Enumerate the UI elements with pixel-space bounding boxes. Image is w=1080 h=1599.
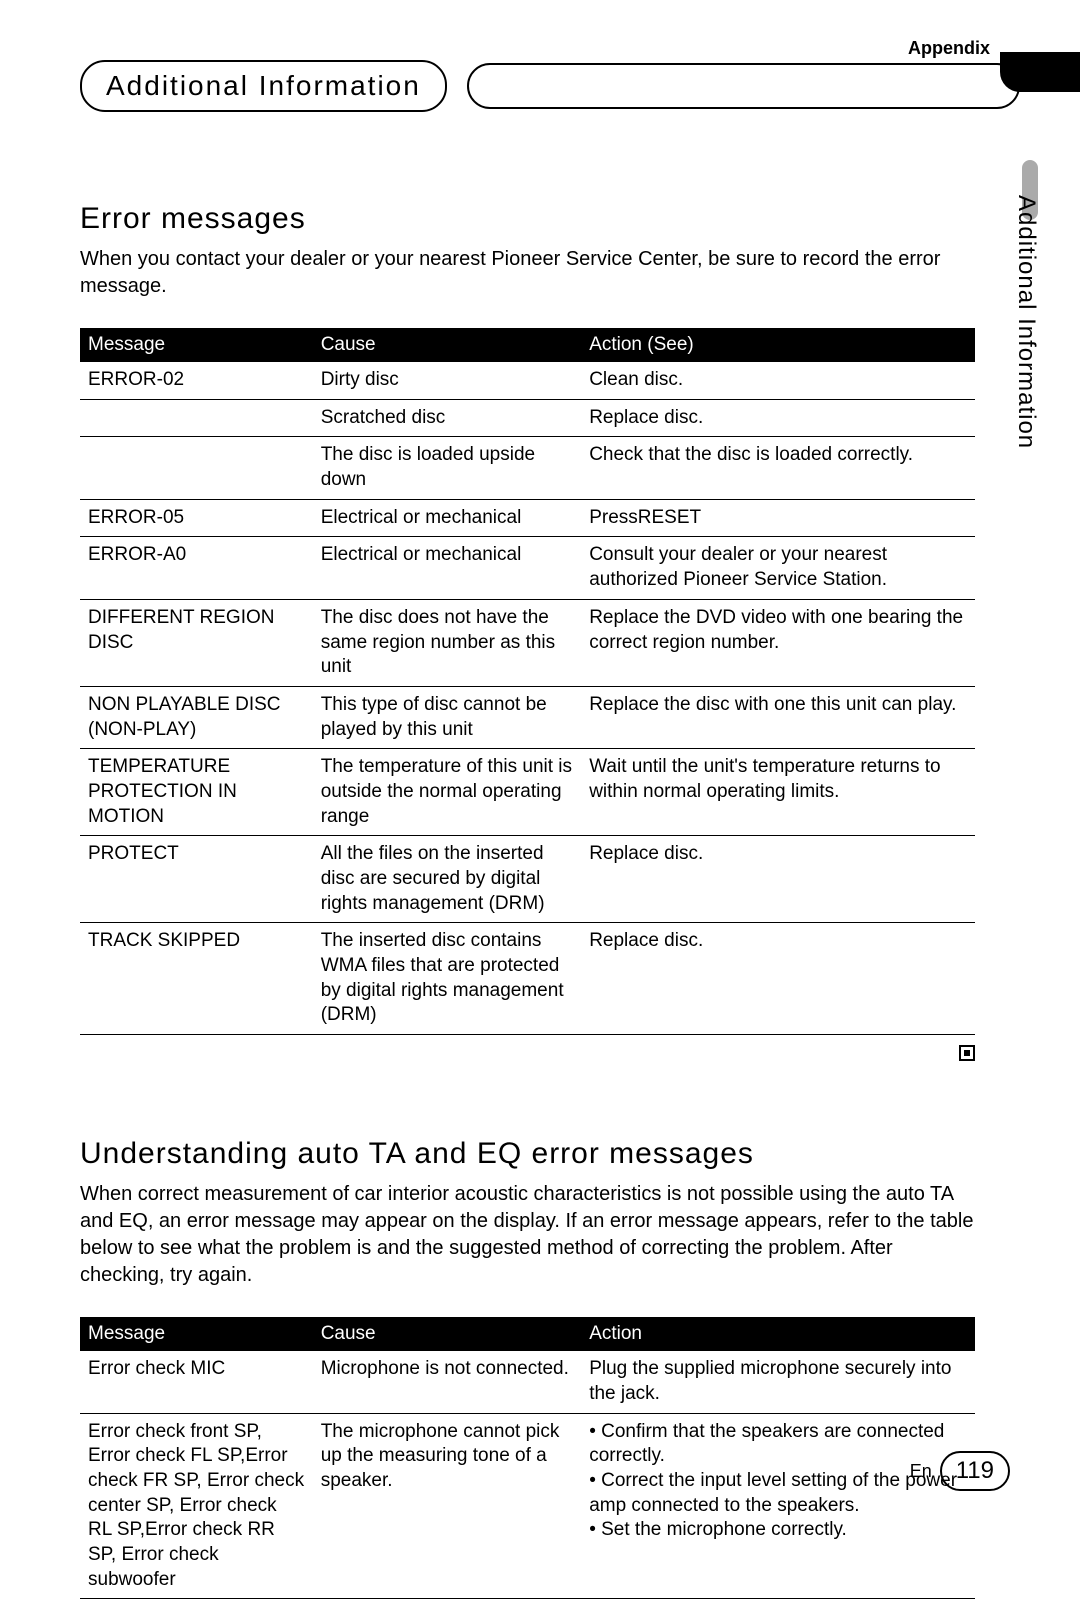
cell-action: Check that the disc is loaded correctly. bbox=[581, 437, 975, 499]
cell-action: Wait until the unit's temperature return… bbox=[581, 749, 975, 836]
table-row: NON PLAYABLE DISC (NON-PLAY)This type of… bbox=[80, 686, 975, 748]
end-mark bbox=[80, 1041, 975, 1067]
page: Appendix Additional Information Addition… bbox=[0, 0, 1080, 1529]
cell-msg: Error check front SP, Error check FL SP,… bbox=[80, 1413, 313, 1599]
cell-cause: All the files on the inserted disc are s… bbox=[313, 836, 582, 923]
cell-cause: This type of disc cannot be played by th… bbox=[313, 686, 582, 748]
chapter-pill: Additional Information bbox=[80, 60, 447, 112]
page-footer: En 119 bbox=[910, 1451, 1010, 1491]
table-row: TEMPERATURE PROTECTION IN MOTIONThe temp… bbox=[80, 749, 975, 836]
cell-action: • Confirm that the speakers are connecte… bbox=[581, 1413, 975, 1599]
table-row: The disc is loaded upside downCheck that… bbox=[80, 437, 975, 499]
ta-eq-table: Message Cause Action Error check MICMicr… bbox=[80, 1317, 975, 1599]
chapter-pill-blank bbox=[467, 63, 1020, 109]
footer-lang: En bbox=[910, 1461, 932, 1482]
cell-cause: Dirty disc bbox=[313, 362, 582, 399]
cell-action: PressRESET bbox=[581, 499, 975, 537]
cell-action: Replace disc. bbox=[581, 399, 975, 437]
cell-msg: ERROR-05 bbox=[80, 499, 313, 537]
cell-cause: The microphone cannot pick up the measur… bbox=[313, 1413, 582, 1599]
cell-cause: Microphone is not connected. bbox=[313, 1351, 582, 1413]
cell-msg: DIFFERENT REGION DISC bbox=[80, 599, 313, 686]
cell-action: Clean disc. bbox=[581, 362, 975, 399]
th2-cause: Cause bbox=[313, 1317, 582, 1351]
cell-cause: The temperature of this unit is outside … bbox=[313, 749, 582, 836]
cell-msg: TEMPERATURE PROTECTION IN MOTION bbox=[80, 749, 313, 836]
table-row: Error check MICMicrophone is not connect… bbox=[80, 1351, 975, 1413]
cell-msg bbox=[80, 399, 313, 437]
cell-action: Replace disc. bbox=[581, 836, 975, 923]
cell-cause: The disc does not have the same region n… bbox=[313, 599, 582, 686]
cell-action: Consult your dealer or your nearest auth… bbox=[581, 537, 975, 599]
section2-title: Understanding auto TA and EQ error messa… bbox=[80, 1137, 975, 1171]
th-cause: Cause bbox=[313, 328, 582, 362]
header-row: Additional Information bbox=[80, 60, 1020, 112]
section2-intro: When correct measurement of car interior… bbox=[80, 1181, 975, 1289]
th2-message: Message bbox=[80, 1317, 313, 1351]
cell-msg: ERROR-A0 bbox=[80, 537, 313, 599]
corner-tab bbox=[1000, 52, 1080, 92]
cell-cause: Electrical or mechanical bbox=[313, 537, 582, 599]
th2-action: Action bbox=[581, 1317, 975, 1351]
table-row: PROTECTAll the files on the inserted dis… bbox=[80, 836, 975, 923]
section1-intro: When you contact your dealer or your nea… bbox=[80, 246, 975, 300]
main-content: Error messages When you contact your dea… bbox=[80, 202, 975, 1599]
stop-icon bbox=[959, 1045, 975, 1061]
table-row: ERROR-05Electrical or mechanicalPressRES… bbox=[80, 499, 975, 537]
cell-cause: The inserted disc contains WMA files tha… bbox=[313, 923, 582, 1035]
cell-cause: Electrical or mechanical bbox=[313, 499, 582, 537]
cell-action: Plug the supplied microphone securely in… bbox=[581, 1351, 975, 1413]
th-action: Action (See) bbox=[581, 328, 975, 362]
table-row: TRACK SKIPPEDThe inserted disc contains … bbox=[80, 923, 975, 1035]
cell-cause: The disc is loaded upside down bbox=[313, 437, 582, 499]
footer-page-number: 119 bbox=[940, 1451, 1010, 1491]
th-message: Message bbox=[80, 328, 313, 362]
error-table: Message Cause Action (See) ERROR-02Dirty… bbox=[80, 328, 975, 1035]
table-row: ERROR-A0Electrical or mechanicalConsult … bbox=[80, 537, 975, 599]
appendix-label: Appendix bbox=[908, 38, 990, 59]
table-row: Error check front SP, Error check FL SP,… bbox=[80, 1413, 975, 1599]
table-row: DIFFERENT REGION DISCThe disc does not h… bbox=[80, 599, 975, 686]
cell-action: Replace the disc with one this unit can … bbox=[581, 686, 975, 748]
cell-action: Replace the DVD video with one bearing t… bbox=[581, 599, 975, 686]
cell-msg: NON PLAYABLE DISC (NON-PLAY) bbox=[80, 686, 313, 748]
cell-msg: Error check MIC bbox=[80, 1351, 313, 1413]
cell-msg: TRACK SKIPPED bbox=[80, 923, 313, 1035]
section2: Understanding auto TA and EQ error messa… bbox=[80, 1137, 975, 1599]
cell-action: Replace disc. bbox=[581, 923, 975, 1035]
cell-msg bbox=[80, 437, 313, 499]
cell-msg: ERROR-02 bbox=[80, 362, 313, 399]
cell-cause: Scratched disc bbox=[313, 399, 582, 437]
table-row: Scratched discReplace disc. bbox=[80, 399, 975, 437]
cell-msg: PROTECT bbox=[80, 836, 313, 923]
side-chapter-label: Additional Information bbox=[1012, 195, 1040, 449]
table-row: ERROR-02Dirty discClean disc. bbox=[80, 362, 975, 399]
section1-title: Error messages bbox=[80, 202, 975, 236]
